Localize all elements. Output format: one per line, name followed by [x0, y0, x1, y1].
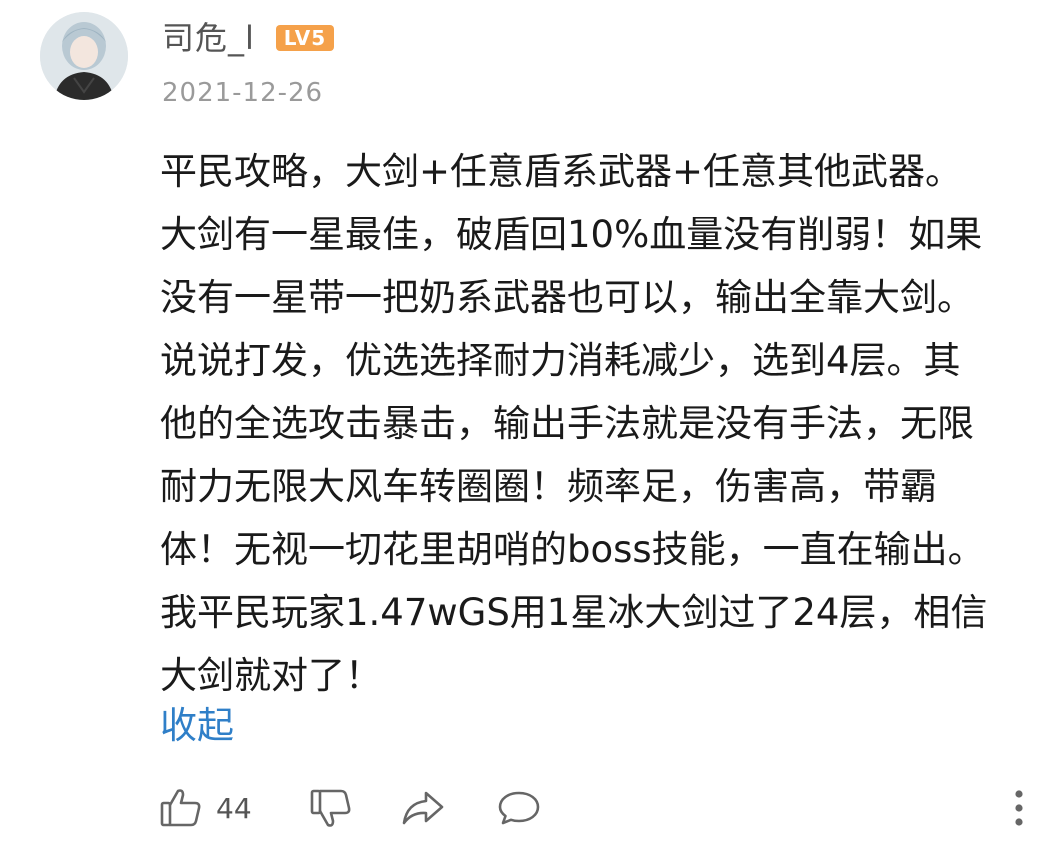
comment-line: 说说打发，优选选择耐力消耗减少，选到4层。其 — [160, 339, 961, 382]
comment-content: 平民攻略，大剑+任意盾系武器+任意其他武器。 大剑有一星最佳，破盾回10%血量没… — [160, 140, 1044, 707]
comment-date: 2021-12-26 — [162, 78, 324, 108]
thumbs-down-icon — [308, 785, 354, 831]
avatar[interactable] — [40, 12, 128, 100]
action-bar: 44 — [158, 780, 1038, 836]
like-button[interactable]: 44 — [158, 780, 252, 836]
share-button[interactable] — [400, 780, 446, 836]
username[interactable]: 司危_l — [162, 16, 255, 60]
comment-line: 耐力无限大风车转圈圈！频率足，伤害高，带霸 — [160, 465, 937, 508]
comment-line: 体！无视一切花里胡哨的boss技能，一直在输出。 — [160, 528, 985, 571]
comment-line: 我平民玩家1.47wGS用1星冰大剑过了24层，相信 — [160, 591, 988, 634]
comment-line: 大剑有一星最佳，破盾回10%血量没有削弱！如果 — [160, 213, 983, 256]
share-icon — [400, 785, 446, 831]
level-badge: LV5 — [276, 25, 334, 51]
collapse-link[interactable]: 收起 — [160, 700, 234, 752]
comment-line: 没有一星带一把奶系武器也可以，输出全靠大剑。 — [160, 276, 974, 319]
thumbs-up-icon — [158, 785, 204, 831]
comment-bubble-icon — [496, 785, 542, 831]
more-vertical-icon — [1004, 785, 1034, 831]
reply-button[interactable] — [496, 780, 542, 836]
comment-line: 他的全选攻击暴击，输出手法就是没有手法，无限 — [160, 402, 974, 445]
comment-line: 平民攻略，大剑+任意盾系武器+任意其他武器。 — [160, 150, 963, 193]
comment-line: 大剑就对了！ — [160, 654, 382, 697]
more-options-button[interactable] — [1004, 780, 1034, 836]
dislike-button[interactable] — [308, 780, 354, 836]
like-count: 44 — [216, 791, 252, 825]
